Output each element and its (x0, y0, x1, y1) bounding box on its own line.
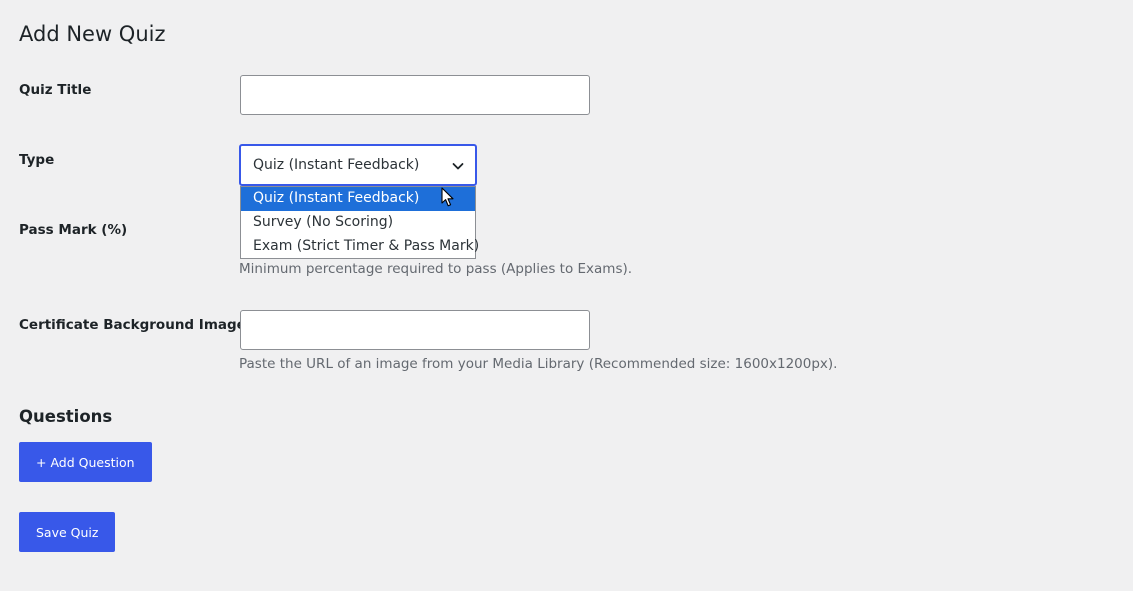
quiz-title-input[interactable] (240, 75, 590, 115)
type-option-survey[interactable]: Survey (No Scoring) (241, 211, 475, 235)
type-option-quiz[interactable]: Quiz (Instant Feedback) (241, 187, 475, 211)
add-question-button[interactable]: + Add Question (19, 442, 152, 482)
add-new-quiz-page: Add New Quiz Quiz Title Type Quiz (Insta… (0, 0, 1133, 591)
quiz-title-label: Quiz Title (19, 82, 92, 98)
certificate-bg-url-input[interactable] (240, 310, 590, 350)
type-select-value: Quiz (Instant Feedback) (253, 157, 420, 173)
type-label: Type (19, 152, 55, 168)
questions-heading: Questions (19, 407, 113, 426)
pass-mark-label: Pass Mark (%) (19, 222, 128, 238)
type-select[interactable]: Quiz (Instant Feedback) (239, 144, 477, 186)
pass-mark-description: Minimum percentage required to pass (App… (239, 261, 633, 277)
certificate-bg-description: Paste the URL of an image from your Medi… (239, 356, 838, 372)
save-quiz-button[interactable]: Save Quiz (19, 512, 116, 552)
type-option-exam[interactable]: Exam (Strict Timer & Pass Mark) (241, 235, 479, 259)
mouse-cursor-icon (441, 187, 454, 207)
certificate-bg-label: Certificate Background Image (19, 317, 246, 333)
page-title: Add New Quiz (19, 22, 166, 46)
chevron-down-icon (452, 163, 464, 170)
